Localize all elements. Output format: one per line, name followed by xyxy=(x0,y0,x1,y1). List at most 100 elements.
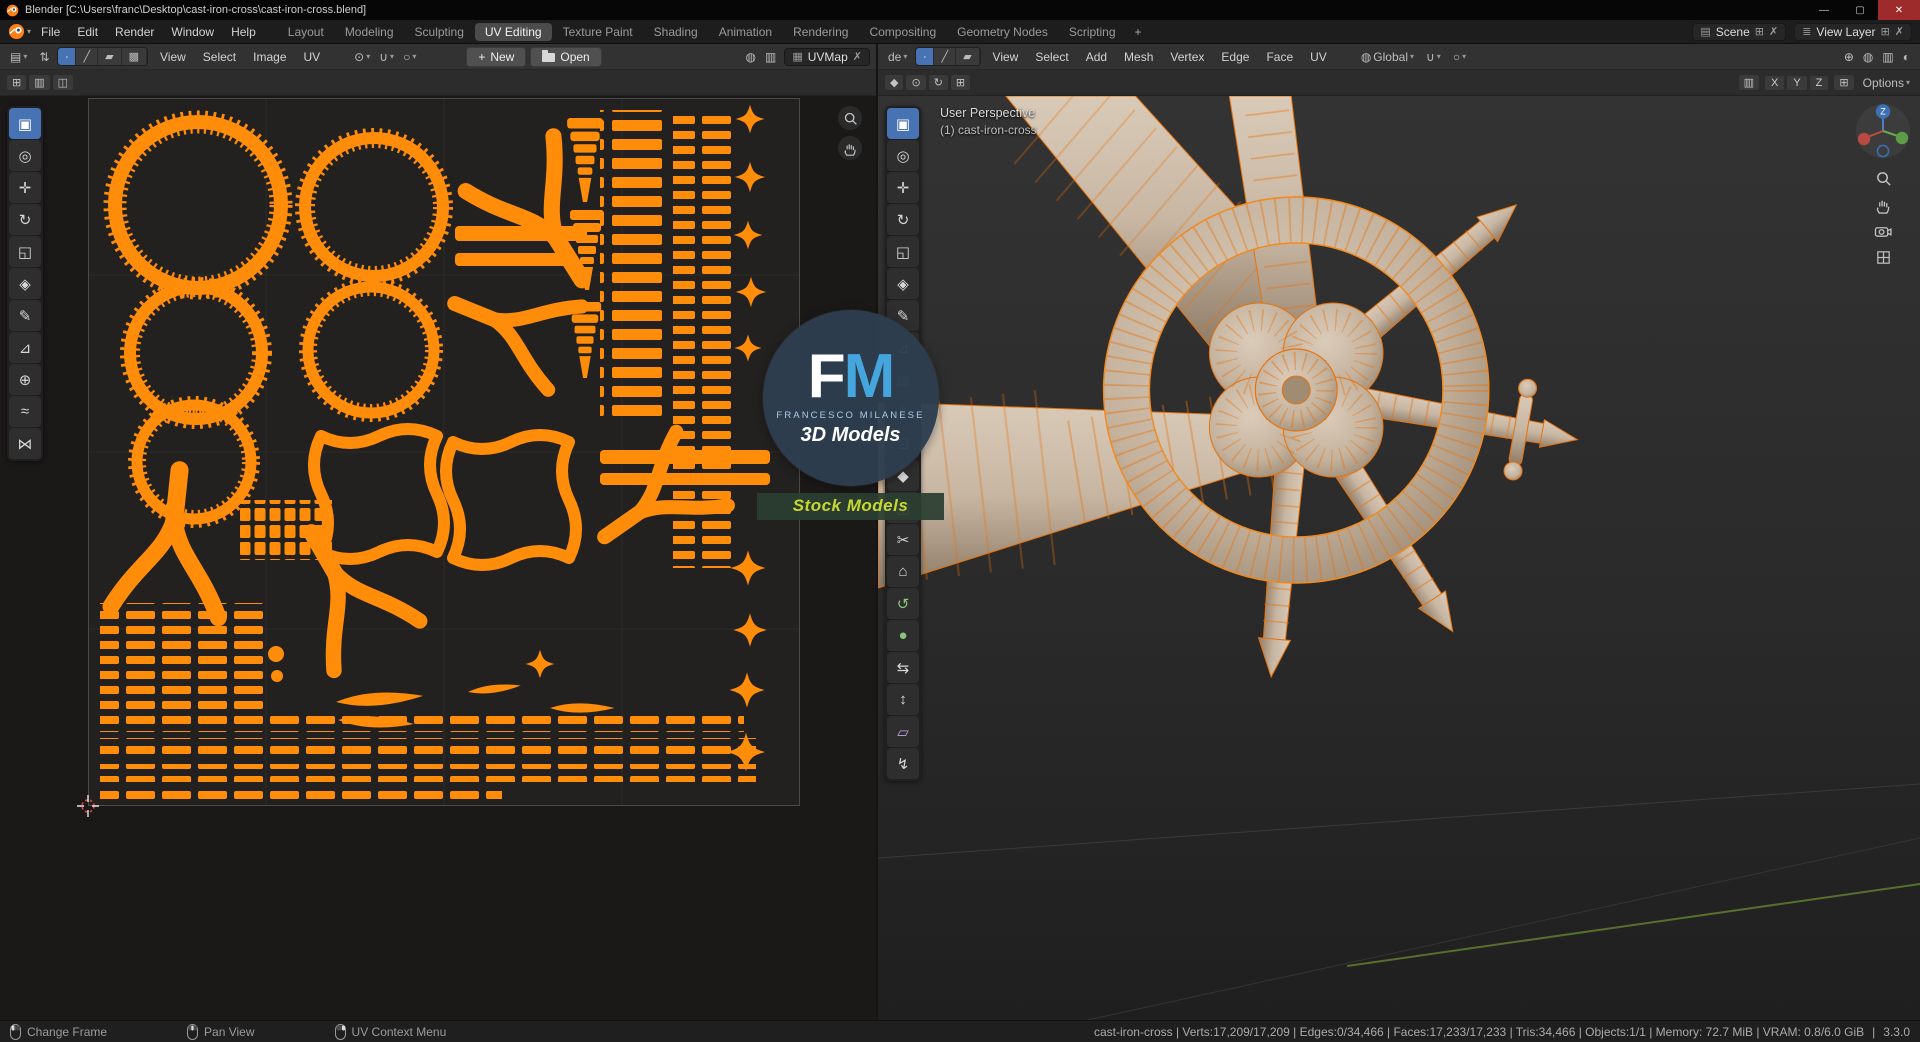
uv-sync-selection-icon[interactable]: ⇅ xyxy=(35,48,53,66)
uv-grab-tool[interactable]: ⊕ xyxy=(9,364,41,395)
transform-orientation-dropdown[interactable]: ◍ Global ▾ xyxy=(1357,48,1418,66)
camera-view-icon[interactable] xyxy=(1874,224,1892,239)
uv-measure-tool[interactable]: ⊿ xyxy=(9,332,41,363)
show-gizmo-icon[interactable]: ⊕ xyxy=(1840,48,1858,66)
annotate-tool[interactable]: ✎ xyxy=(887,300,919,331)
menu-item[interactable]: Render xyxy=(107,23,162,41)
close-button[interactable]: ✕ xyxy=(1878,0,1920,20)
scale-tool[interactable]: ◱ xyxy=(887,236,919,267)
navigation-gizmo[interactable]: Z xyxy=(1854,102,1912,160)
auto-merge-icon[interactable]: ⊞ xyxy=(949,74,972,91)
snap-magnet-icon[interactable]: ∪ ▾ xyxy=(1422,48,1445,66)
ortho-grid-icon[interactable] xyxy=(1875,249,1892,266)
select-box-tool[interactable]: ▣ xyxy=(887,108,919,139)
move-tool[interactable]: ✛ xyxy=(887,172,919,203)
bevel-tool[interactable]: ◆ xyxy=(887,460,919,491)
viewport-3d-canvas[interactable]: User Perspective (1) cast-iron-cross ▣ ◎ ✛… xyxy=(878,96,1920,1020)
proportional-falloff-icon[interactable]: ↻ xyxy=(927,74,949,91)
menu-item[interactable]: Window xyxy=(163,23,222,41)
snap-widget-icon[interactable]: ▥ xyxy=(1737,74,1760,91)
inset-faces-tool[interactable]: ⊡ xyxy=(887,428,919,459)
uv-island-select-button[interactable]: ▩ xyxy=(121,48,147,65)
snap-magnet-icon[interactable]: ∪ ▾ xyxy=(375,48,398,66)
workspace-tab[interactable]: UV Editing xyxy=(474,22,552,41)
menu-item[interactable]: Select xyxy=(1027,48,1076,66)
rip-region-tool[interactable]: ↯ xyxy=(887,748,919,779)
gizmos-toggle-icon[interactable]: ◍ xyxy=(742,48,760,66)
spin-tool[interactable]: ↺ xyxy=(887,588,919,619)
workspace-tab[interactable]: Compositing xyxy=(859,23,946,41)
poly-build-tool[interactable]: ⌂ xyxy=(887,556,919,587)
menu-item[interactable]: Select xyxy=(195,48,244,66)
workspace-tab[interactable]: Shading xyxy=(644,23,708,41)
workspace-tab[interactable]: Modeling xyxy=(335,23,404,41)
edge-slide-tool[interactable]: ⇆ xyxy=(887,652,919,683)
pivot-point-icon[interactable]: ⊙ ▾ xyxy=(350,48,374,66)
workspace-tab[interactable]: Rendering xyxy=(783,23,858,41)
uv-clip-icon[interactable]: ◫ xyxy=(51,74,75,91)
uv-transform-tool[interactable]: ◈ xyxy=(9,268,41,299)
extrude-region-tool[interactable]: ⇧ xyxy=(887,396,919,427)
uv-pinch-tool[interactable]: ⋈ xyxy=(9,428,41,459)
menu-item[interactable]: Mesh xyxy=(1116,48,1161,66)
menu-item[interactable]: File xyxy=(33,23,68,41)
unlink-scene-icon[interactable]: ✗ xyxy=(1769,25,1778,38)
uv-vertex-select-button[interactable]: ∙ xyxy=(58,48,77,65)
knife-tool[interactable]: ✂ xyxy=(887,524,919,555)
uv-scale-tool[interactable]: ◱ xyxy=(9,236,41,267)
remove-view-layer-icon[interactable]: ✗ xyxy=(1895,25,1904,38)
vertex-mode-button[interactable]: ∙ xyxy=(916,48,935,65)
blender-logo-icon[interactable] xyxy=(8,23,25,40)
new-image-button[interactable]: + New xyxy=(466,46,527,67)
mirror-axis-button[interactable]: Z xyxy=(1808,74,1830,91)
uv-cursor-tool[interactable]: ◎ xyxy=(9,140,41,171)
face-mode-button[interactable]: ▰ xyxy=(956,48,980,65)
menu-item[interactable]: Add xyxy=(1078,48,1115,66)
open-image-button[interactable]: Open xyxy=(530,46,602,67)
uv-edge-select-button[interactable]: ╱ xyxy=(76,48,99,65)
menu-item[interactable]: Vertex xyxy=(1162,48,1212,66)
menu-item[interactable]: Edge xyxy=(1213,48,1257,66)
uv-canvas[interactable]: ▣ ◎ ✛ ↻ ◱ ◈ ✎ ⊿ ⊕ ≈ ⋈ xyxy=(0,96,876,1020)
workspace-tab[interactable]: Sculpting xyxy=(405,23,474,41)
workspace-tab[interactable]: Scripting xyxy=(1059,23,1126,41)
zoom-icon[interactable] xyxy=(1875,170,1892,187)
zoom-icon[interactable] xyxy=(838,106,862,130)
mirror-axis-button[interactable]: Y xyxy=(1786,74,1808,91)
uv-paint-mask-icon[interactable]: ⊞ xyxy=(6,74,28,91)
add-workspace-button[interactable]: + xyxy=(1128,25,1149,39)
new-view-layer-icon[interactable]: ⊞ xyxy=(1881,25,1890,38)
menu-item[interactable]: Face xyxy=(1258,48,1301,66)
uvmap-close-icon[interactable]: ✗ xyxy=(853,50,862,63)
mirror-axis-button[interactable]: X xyxy=(1763,74,1786,91)
options-dropdown[interactable]: Options ▾ xyxy=(1859,74,1914,92)
shrink-fatten-tool[interactable]: ↕ xyxy=(887,684,919,715)
mode-dropdown[interactable]: de ▾ xyxy=(884,48,911,66)
shading-mode-icon[interactable]: ◐ xyxy=(1899,48,1914,66)
editor-type-button[interactable]: ▤ ▾ xyxy=(6,48,31,66)
edge-mode-button[interactable]: ╱ xyxy=(934,48,957,65)
pan-hand-icon[interactable] xyxy=(838,136,862,160)
menu-item[interactable]: View xyxy=(152,48,194,66)
transform-pivot-icon[interactable]: ◆ xyxy=(884,74,905,91)
menu-item[interactable]: UV xyxy=(1302,48,1335,66)
measure-tool[interactable]: ⊿ xyxy=(887,332,919,363)
uv-annotate-tool[interactable]: ✎ xyxy=(9,300,41,331)
menu-item[interactable]: Edit xyxy=(69,23,106,41)
add-cube-tool[interactable]: ▦ xyxy=(887,364,919,395)
workspace-tab[interactable]: Texture Paint xyxy=(553,23,643,41)
menu-item[interactable]: View xyxy=(985,48,1027,66)
scene-selector[interactable]: ▤ Scene ⊞ ✗ xyxy=(1692,22,1787,41)
maximize-button[interactable]: ▢ xyxy=(1842,0,1878,20)
minimize-button[interactable]: — xyxy=(1806,0,1842,20)
uv-relax-tool[interactable]: ≈ xyxy=(9,396,41,427)
xray-toggle-icon[interactable]: ▥ xyxy=(1878,48,1897,66)
loop-cut-tool[interactable]: ◫ xyxy=(887,492,919,523)
workspace-tab[interactable]: Geometry Nodes xyxy=(947,23,1058,41)
uv-move-tool[interactable]: ✛ xyxy=(9,172,41,203)
pan-hand-icon[interactable] xyxy=(1875,197,1892,214)
view-layer-selector[interactable]: ≣ View Layer ⊞ ✗ xyxy=(1794,22,1912,41)
show-overlays-icon[interactable]: ◍ xyxy=(1859,48,1877,66)
proportional-editing-icon[interactable]: ○ ▾ xyxy=(1449,48,1470,66)
uv-select-box-tool[interactable]: ▣ xyxy=(9,108,41,139)
